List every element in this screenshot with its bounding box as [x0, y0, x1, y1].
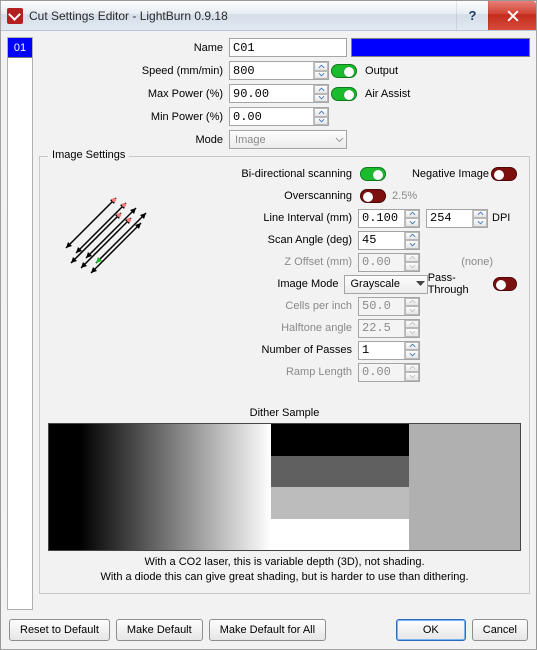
halftone-spinner: [404, 320, 419, 337]
overscan-label: Overscanning: [190, 190, 358, 202]
dialog-body: 01 Name Speed (mm/min) Output: [1, 31, 536, 614]
make-default-all-button[interactable]: Make Default for All: [209, 619, 326, 641]
passthrough-toggle[interactable]: [493, 277, 517, 291]
overscan-toggle[interactable]: [360, 189, 386, 203]
negative-label: Negative Image: [412, 168, 489, 180]
dither-note: With a CO2 laser, this is variable depth…: [46, 555, 523, 585]
main-column: Name Speed (mm/min) Output Max Power (%): [39, 37, 530, 610]
name-label: Name: [39, 42, 229, 54]
passthrough-label: Pass-Through: [428, 272, 491, 296]
lineinterval-spinner[interactable]: [404, 210, 419, 227]
lineinterval-label: Line Interval (mm): [190, 212, 358, 224]
dpi-spinner[interactable]: [472, 210, 487, 227]
zoffset-none: (none): [461, 256, 493, 268]
speed-label: Speed (mm/min): [39, 65, 229, 77]
dither-grey: [409, 424, 520, 550]
mode-combo: Image: [229, 130, 347, 149]
output-label: Output: [365, 65, 398, 77]
cells-spinner: [404, 298, 419, 315]
dialog-window: Cut Settings Editor - LightBurn 0.9.18 ?…: [0, 0, 537, 650]
close-button[interactable]: [488, 1, 536, 30]
zoffset-label: Z Offset (mm): [190, 256, 358, 268]
bidi-toggle[interactable]: [360, 167, 386, 181]
imagemode-label: Image Mode: [190, 278, 344, 290]
dither-sample: [48, 423, 521, 551]
layer-sidebar: 01: [7, 37, 33, 610]
dither-gradient: [49, 424, 271, 550]
speed-spinner[interactable]: [313, 62, 328, 79]
airassist-label: Air Assist: [365, 88, 410, 100]
button-bar: Reset to Default Make Default Make Defau…: [1, 614, 536, 649]
maxpower-label: Max Power (%): [39, 88, 229, 100]
image-settings-group: Image Settings: [39, 156, 530, 594]
scanangle-spinner[interactable]: [404, 232, 419, 249]
cells-label: Cells per inch: [190, 300, 358, 312]
window-buttons: ?: [456, 1, 536, 30]
passes-label: Number of Passes: [190, 344, 358, 356]
make-default-button[interactable]: Make Default: [116, 619, 203, 641]
minpower-spinner[interactable]: [313, 108, 328, 125]
dpi-unit: DPI: [492, 212, 510, 224]
overscan-value: 2.5%: [392, 190, 417, 202]
scan-diagram: [46, 163, 186, 283]
cancel-button[interactable]: Cancel: [472, 619, 528, 641]
imagemode-combo[interactable]: Grayscale: [344, 275, 427, 294]
dither-bands: [271, 424, 410, 550]
layer-swatch-01[interactable]: 01: [8, 38, 32, 58]
ramp-spinner: [404, 364, 419, 381]
negative-toggle[interactable]: [491, 167, 517, 181]
output-toggle[interactable]: [331, 64, 357, 78]
airassist-toggle[interactable]: [331, 87, 357, 101]
chevron-down-icon: [416, 278, 425, 290]
name-input[interactable]: [229, 38, 347, 57]
dither-title: Dither Sample: [46, 407, 523, 419]
layer-color-bar[interactable]: [351, 38, 530, 57]
halftone-label: Halftone angle: [190, 322, 358, 334]
app-icon: [7, 8, 23, 24]
ok-button[interactable]: OK: [396, 619, 466, 641]
bidi-label: Bi-directional scanning: [190, 168, 358, 180]
window-title: Cut Settings Editor - LightBurn 0.9.18: [29, 9, 456, 23]
reset-default-button[interactable]: Reset to Default: [9, 619, 110, 641]
ramp-label: Ramp Length: [190, 366, 358, 378]
titlebar: Cut Settings Editor - LightBurn 0.9.18 ?: [1, 1, 536, 31]
passes-spinner[interactable]: [404, 342, 419, 359]
close-icon: [507, 10, 519, 22]
zoffset-spinner: [404, 254, 419, 271]
chevron-down-icon: [335, 134, 344, 146]
image-settings-legend: Image Settings: [48, 149, 129, 161]
help-button[interactable]: ?: [456, 1, 488, 30]
maxpower-spinner[interactable]: [313, 85, 328, 102]
scanangle-label: Scan Angle (deg): [190, 234, 358, 246]
mode-label: Mode: [39, 134, 229, 146]
minpower-label: Min Power (%): [39, 111, 229, 123]
